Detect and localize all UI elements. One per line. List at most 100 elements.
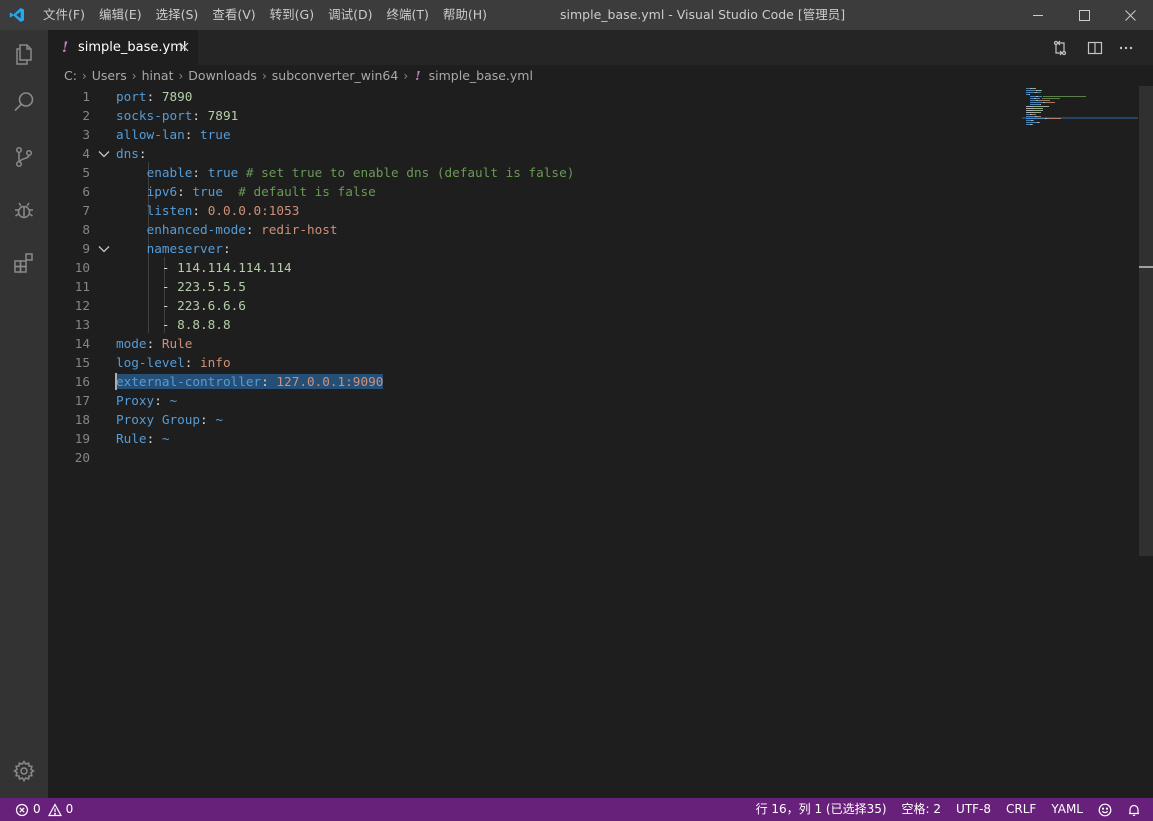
code-line[interactable]: 13 - 8.8.8.8 bbox=[48, 315, 1068, 334]
code-line[interactable]: 14 mode: Rule bbox=[48, 334, 1068, 353]
close-window-button[interactable] bbox=[1107, 0, 1153, 30]
debug-icon bbox=[15, 202, 33, 219]
minimap-token bbox=[1029, 94, 1030, 95]
code-token: : bbox=[154, 393, 170, 408]
code-token: true bbox=[207, 165, 239, 180]
code-line[interactable]: 2 socks-port: 7891 bbox=[48, 106, 1068, 125]
notifications-button[interactable] bbox=[1127, 798, 1141, 821]
code-line[interactable]: 16 external-controller: 127.0.0.1:9090 bbox=[48, 372, 1068, 391]
manage-button[interactable] bbox=[0, 747, 48, 795]
indentation-selector[interactable]: 空格: 2 bbox=[902, 798, 942, 821]
breadcrumb-item-folder[interactable]: subconverter_win64 bbox=[272, 66, 399, 86]
code-text: enable: true # set true to enable dns (d… bbox=[116, 163, 575, 182]
menu-selection[interactable]: 选择(S) bbox=[149, 0, 206, 30]
source-control-icon bbox=[15, 146, 33, 168]
language-mode-selector[interactable]: YAML bbox=[1051, 798, 1083, 821]
more-actions-button[interactable] bbox=[1112, 30, 1140, 65]
code-line[interactable]: 6 ipv6: true # default is false bbox=[48, 182, 1068, 201]
code-text: Proxy Group: ~ bbox=[116, 410, 223, 429]
minimap-token bbox=[1033, 120, 1034, 121]
fold-chevron-down-icon[interactable] bbox=[98, 148, 110, 160]
minimap[interactable] bbox=[1022, 86, 1138, 146]
minimap-token bbox=[1032, 114, 1036, 115]
feedback-button[interactable] bbox=[1098, 798, 1112, 821]
breadcrumb-item-downloads[interactable]: Downloads bbox=[188, 66, 257, 86]
code-line[interactable]: 12 - 223.6.6.6 bbox=[48, 296, 1068, 315]
title-bar: 文件(F) 编辑(E) 选择(S) 查看(V) 转到(G) 调试(D) 终端(T… bbox=[0, 0, 1153, 30]
code-line[interactable]: 10 - 114.114.114.114 bbox=[48, 258, 1068, 277]
code-line[interactable]: 19 Rule: ~ bbox=[48, 429, 1068, 448]
line-number: 2 bbox=[82, 108, 90, 123]
code-text: dns: bbox=[116, 144, 147, 163]
code-line[interactable]: 1 port: 7890 bbox=[48, 87, 1068, 106]
breadcrumb-item-drive[interactable]: C: bbox=[64, 66, 77, 86]
code-line[interactable]: 15 log-level: info bbox=[48, 353, 1068, 372]
code-token: mode bbox=[116, 336, 147, 351]
code-line[interactable]: 4 dns: bbox=[48, 144, 1068, 163]
minimap-token bbox=[1039, 122, 1040, 123]
menu-terminal[interactable]: 终端(T) bbox=[379, 0, 435, 30]
maximize-icon bbox=[1078, 9, 1090, 21]
code-token: - bbox=[116, 260, 178, 275]
explorer-button[interactable] bbox=[0, 30, 48, 78]
menu-file[interactable]: 文件(F) bbox=[36, 0, 92, 30]
extensions-button[interactable] bbox=[0, 239, 48, 287]
code-line[interactable]: 5 enable: true # set true to enable dns … bbox=[48, 163, 1068, 182]
vscode-logo-icon[interactable] bbox=[9, 7, 25, 23]
code-editor[interactable]: 1 port: 7890 2 socks-port: 7891 3 allow-lan: … bbox=[48, 86, 1138, 798]
menu-debug[interactable]: 调试(D) bbox=[321, 0, 379, 30]
split-editor-button[interactable] bbox=[1081, 30, 1109, 65]
code-token: : bbox=[177, 184, 193, 199]
code-line[interactable]: 8 enhanced-mode: redir-host bbox=[48, 220, 1068, 239]
minimap-token bbox=[1032, 124, 1033, 125]
breadcrumb-item-hinat[interactable]: hinat bbox=[142, 66, 174, 86]
code-token: Proxy bbox=[116, 393, 155, 408]
code-text: socks-port: 7891 bbox=[116, 106, 238, 125]
search-button[interactable] bbox=[0, 78, 48, 126]
maximize-button[interactable] bbox=[1061, 0, 1107, 30]
debug-button[interactable] bbox=[0, 187, 48, 235]
code-line[interactable]: 11 - 223.5.5.5 bbox=[48, 277, 1068, 296]
code-token: : bbox=[261, 374, 277, 389]
code-token: : bbox=[184, 355, 201, 370]
code-line[interactable]: 18 Proxy Group: ~ bbox=[48, 410, 1068, 429]
breadcrumb-item-file[interactable]: simple_base.yml bbox=[429, 66, 533, 86]
menu-go[interactable]: 转到(G) bbox=[263, 0, 321, 30]
breadcrumb-item-users[interactable]: Users bbox=[92, 66, 127, 86]
vertical-scrollbar[interactable] bbox=[1139, 86, 1153, 798]
code-text: mode: Rule bbox=[116, 334, 192, 353]
code-token: 0.0.0.0:1053 bbox=[207, 203, 300, 218]
problems-indicator[interactable]: 0 0 bbox=[15, 798, 73, 821]
code-line[interactable]: 3 allow-lan: true bbox=[48, 125, 1068, 144]
code-text: port: 7890 bbox=[116, 87, 192, 106]
encoding-selector[interactable]: UTF-8 bbox=[956, 798, 991, 821]
code-token: redir-host bbox=[261, 222, 338, 237]
code-line[interactable]: 20 bbox=[48, 448, 1068, 467]
menu-help[interactable]: 帮助(H) bbox=[436, 0, 494, 30]
menu-view[interactable]: 查看(V) bbox=[205, 0, 262, 30]
minimize-button[interactable] bbox=[1015, 0, 1061, 30]
minimap-token bbox=[1038, 100, 1050, 101]
compare-changes-button[interactable] bbox=[1046, 30, 1074, 65]
source-control-button[interactable] bbox=[0, 133, 48, 181]
warning-count: 0 bbox=[65, 802, 74, 816]
minimap-token bbox=[1030, 104, 1040, 105]
code-line[interactable]: 7 listen: 0.0.0.0:1053 bbox=[48, 201, 1068, 220]
code-line[interactable]: 9 nameserver: bbox=[48, 239, 1068, 258]
eol-selector[interactable]: CRLF bbox=[1006, 798, 1036, 821]
scrollbar-slider[interactable] bbox=[1139, 86, 1153, 556]
fold-chevron-down-icon[interactable] bbox=[98, 243, 110, 255]
menu-edit[interactable]: 编辑(E) bbox=[92, 0, 149, 30]
close-icon[interactable] bbox=[178, 41, 190, 53]
code-token: true bbox=[192, 184, 223, 199]
tab-simple-base-yml[interactable]: ! simple_base.yml bbox=[48, 30, 198, 65]
line-number: 5 bbox=[82, 165, 90, 180]
window-title: simple_base.yml - Visual Studio Code [管理… bbox=[560, 7, 846, 22]
line-number: 18 bbox=[74, 412, 90, 427]
line-number: 19 bbox=[74, 431, 90, 446]
code-line[interactable]: 17 Proxy: ~ bbox=[48, 391, 1068, 410]
minimap-token bbox=[1045, 102, 1055, 103]
cursor-position[interactable]: 行 16，列 1 (已选择35) bbox=[756, 798, 887, 821]
